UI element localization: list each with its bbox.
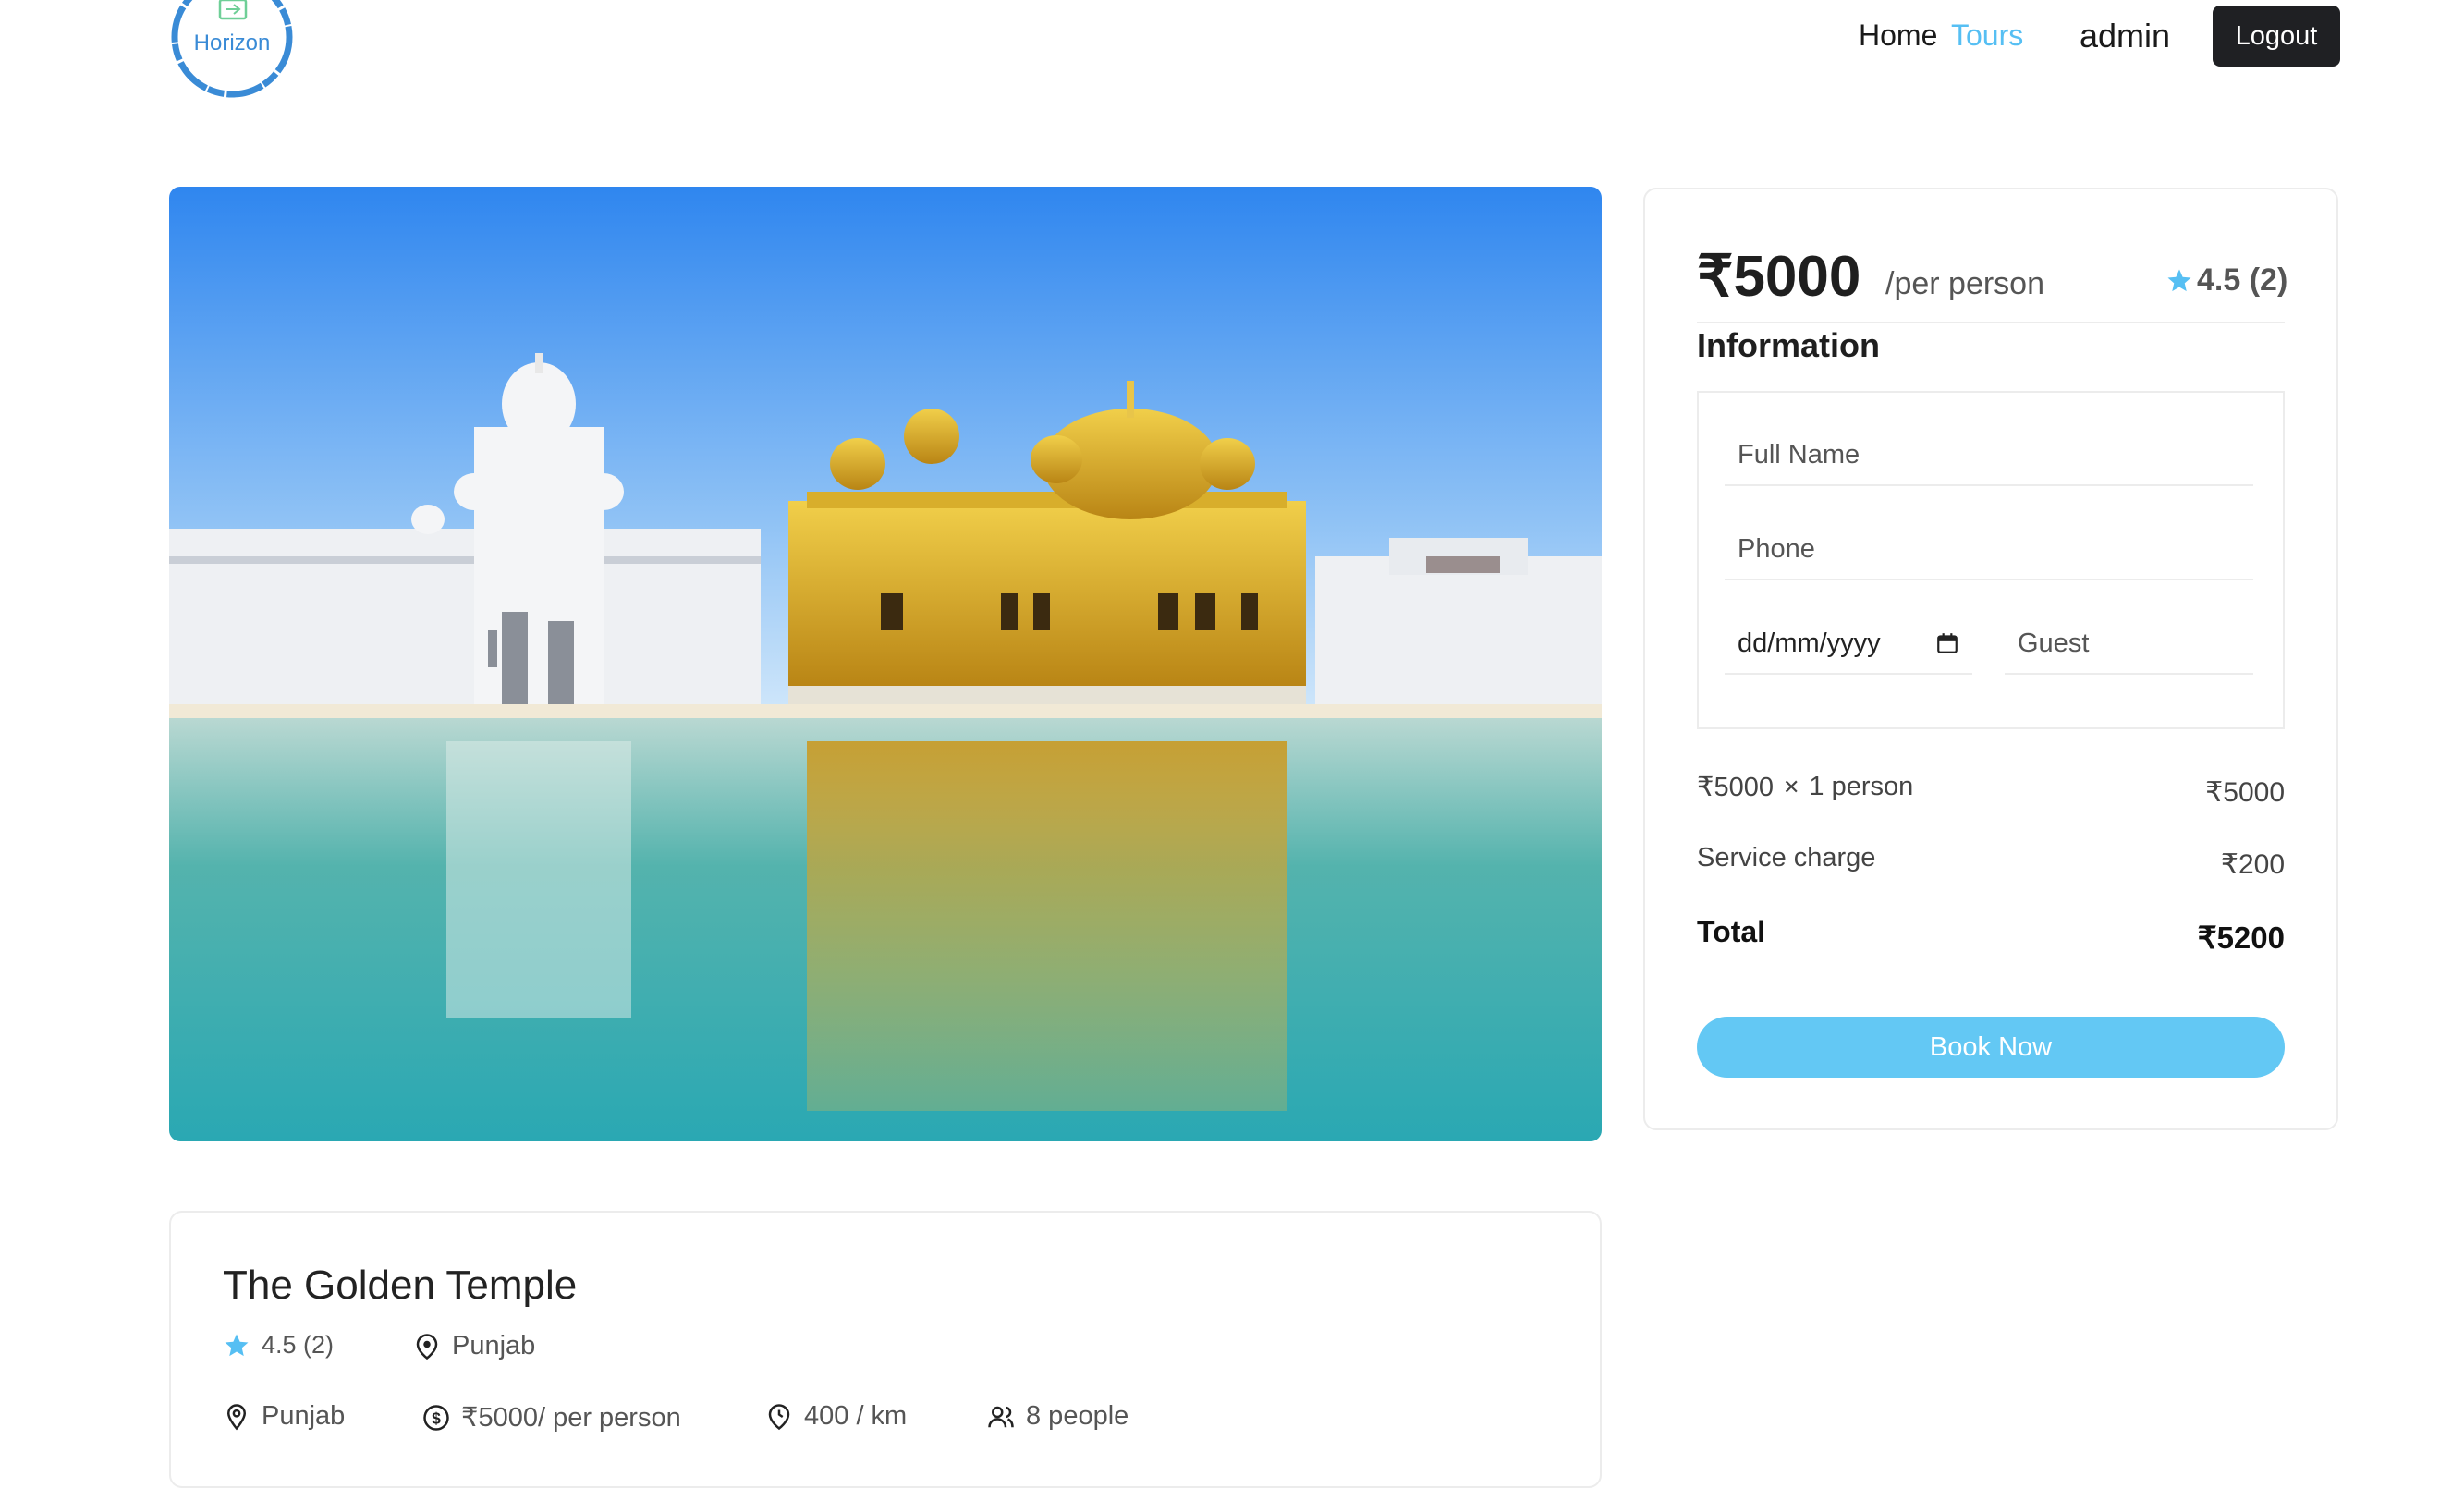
tour-distance-value: 400 / km [804, 1401, 908, 1431]
date-input[interactable]: dd/mm/yyyy [1725, 614, 1972, 675]
calendar-icon[interactable] [1935, 631, 1959, 655]
tour-distance: 400 / km [765, 1401, 907, 1432]
booking-rating-value: 4.5 (2) [2197, 262, 2288, 298]
tour-title: The Golden Temple [223, 1262, 578, 1308]
service-charge-value: ₹200 [2220, 849, 2285, 880]
horizon-logo[interactable]: Horizon [169, 0, 295, 104]
nav-home-link[interactable]: Home [1859, 18, 1937, 53]
book-now-button[interactable]: Book Now [1697, 1017, 2285, 1078]
logo-text: Horizon [194, 30, 271, 55]
tour-address: Punjab [223, 1401, 345, 1432]
price-divider [1697, 322, 2285, 323]
tour-details-card [169, 1211, 1602, 1488]
tour-price: $ ₹5000/ per person [422, 1401, 681, 1433]
guest-input[interactable] [2005, 614, 2253, 675]
unit-price-row: ₹5000 ✕ 1 person [1697, 771, 1913, 803]
clock-pin-icon [768, 1403, 790, 1430]
date-input-text: dd/mm/yyyy [1738, 628, 1881, 658]
tour-price-value: ₹5000/ per person [461, 1403, 681, 1433]
unit-price: ₹5000 [1697, 773, 1774, 802]
times-icon: ✕ [1782, 774, 1800, 799]
full-name-input[interactable] [1725, 425, 2253, 486]
dollar-icon: $ [423, 1404, 449, 1431]
booking-rating: 4.5 (2) [2165, 262, 2287, 299]
tour-hero-image [169, 187, 1602, 1141]
information-heading: Information [1697, 326, 1880, 364]
price-per-label: /per person [1885, 266, 2044, 301]
total-value: ₹5200 [2197, 921, 2285, 955]
quantity-label: 1 person [1809, 772, 1914, 801]
tour-group-size-value: 8 people [1026, 1401, 1129, 1431]
user-name: admin [2080, 17, 2171, 55]
logout-button[interactable]: Logout [2213, 6, 2340, 67]
users-icon [988, 1406, 1014, 1427]
total-label: Total [1697, 915, 1766, 948]
star-icon [225, 1334, 249, 1356]
location-icon [226, 1403, 247, 1430]
tour-address-value: Punjab [262, 1401, 346, 1431]
star-icon [2167, 269, 2191, 291]
nav-tours-link[interactable]: Tours [1951, 18, 2023, 53]
price-amount: ₹5000 [1697, 245, 1861, 309]
tour-rating-value: 4.5 (2) [262, 1331, 335, 1359]
tour-city: Punjab [413, 1331, 535, 1361]
tour-group-size: 8 people [987, 1401, 1128, 1432]
phone-input[interactable] [1725, 519, 2253, 580]
map-pin-icon [416, 1333, 438, 1360]
svg-text:$: $ [432, 1409, 441, 1427]
subtotal-value: ₹5000 [2205, 777, 2285, 808]
tour-rating: 4.5 (2) [223, 1331, 334, 1360]
tour-city-value: Punjab [452, 1331, 536, 1360]
service-charge-label: Service charge [1697, 843, 1876, 872]
